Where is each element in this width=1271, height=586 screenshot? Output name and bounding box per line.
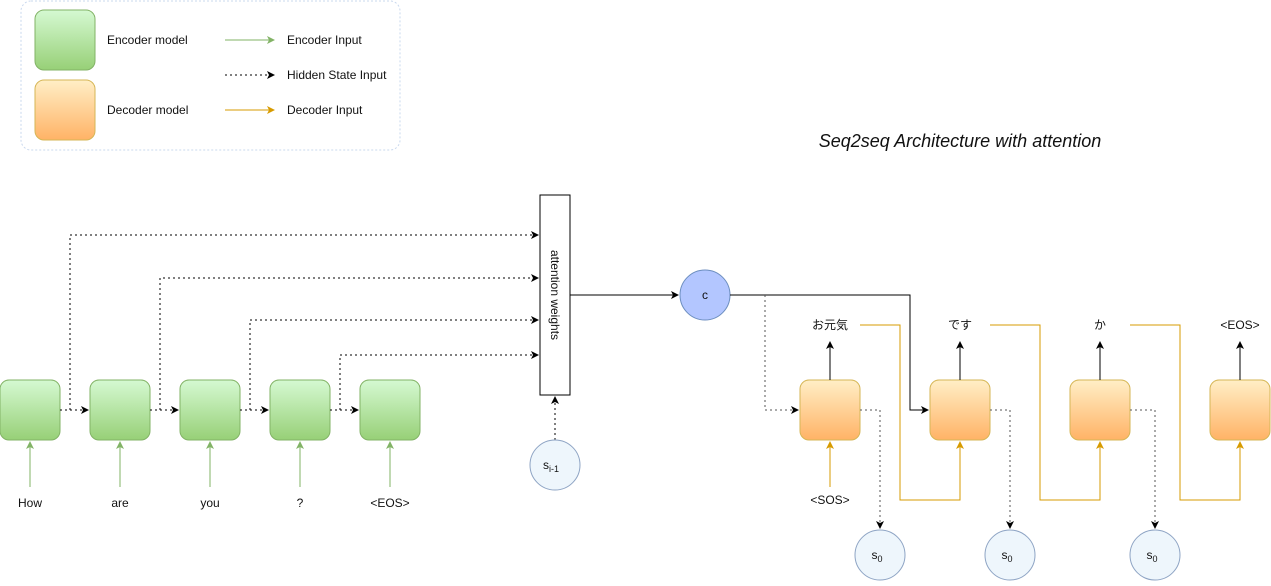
legend-encoder-model: Encoder model xyxy=(107,33,188,47)
decoder-output-token: <EOS> xyxy=(1220,318,1259,332)
decoder-output-token: お元気 xyxy=(812,317,848,332)
legend-decoder-model: Decoder model xyxy=(107,103,188,117)
decoder-state-arrow xyxy=(990,409,1014,529)
decoder-cell xyxy=(799,379,861,441)
legend: Encoder model Decoder model Encoder Inpu… xyxy=(20,0,401,151)
encoder-legend-swatch xyxy=(34,9,96,71)
context-to-decoder1-arrow xyxy=(764,295,799,414)
attention-weights-label: attention weights xyxy=(548,250,562,340)
legend-encoder-input: Encoder Input xyxy=(287,33,362,47)
decoder-cell xyxy=(929,379,991,441)
encoder-input-token: you xyxy=(200,496,219,510)
seq2seq-diagram: Encoder model Decoder model Encoder Inpu… xyxy=(0,0,1271,581)
decoder-cell xyxy=(1209,379,1271,441)
encoder-input-token: How xyxy=(18,496,42,510)
decoder-output-token: です xyxy=(948,318,972,332)
encoder-cell xyxy=(359,379,421,441)
decoder-output-token: か xyxy=(1094,318,1106,332)
diagram-title: Seq2seq Architecture with attention xyxy=(819,131,1102,151)
legend-decoder-input: Decoder Input xyxy=(287,103,363,117)
encoder-input-token: <EOS> xyxy=(370,496,409,510)
legend-hidden-state-input: Hidden State Input xyxy=(287,68,387,82)
encoder-cell xyxy=(269,379,331,441)
encoder-cell xyxy=(89,379,151,441)
encoder-input-token: are xyxy=(111,496,129,510)
encoder-input-token: ? xyxy=(297,496,304,510)
decoder-state-arrow xyxy=(1130,409,1159,529)
sos-token: <SOS> xyxy=(810,493,849,507)
decoder-state-arrow xyxy=(860,409,884,529)
encoder-cell xyxy=(179,379,241,441)
encoder: How are you? <EOS> xyxy=(0,231,539,510)
decoder-legend-swatch xyxy=(34,79,96,141)
decoder-cell xyxy=(1069,379,1131,441)
encoder-cell xyxy=(0,379,61,441)
context-label: c xyxy=(702,288,708,302)
decoder: お元気s0ですs0かs0<EOS><SOS> xyxy=(799,317,1271,581)
